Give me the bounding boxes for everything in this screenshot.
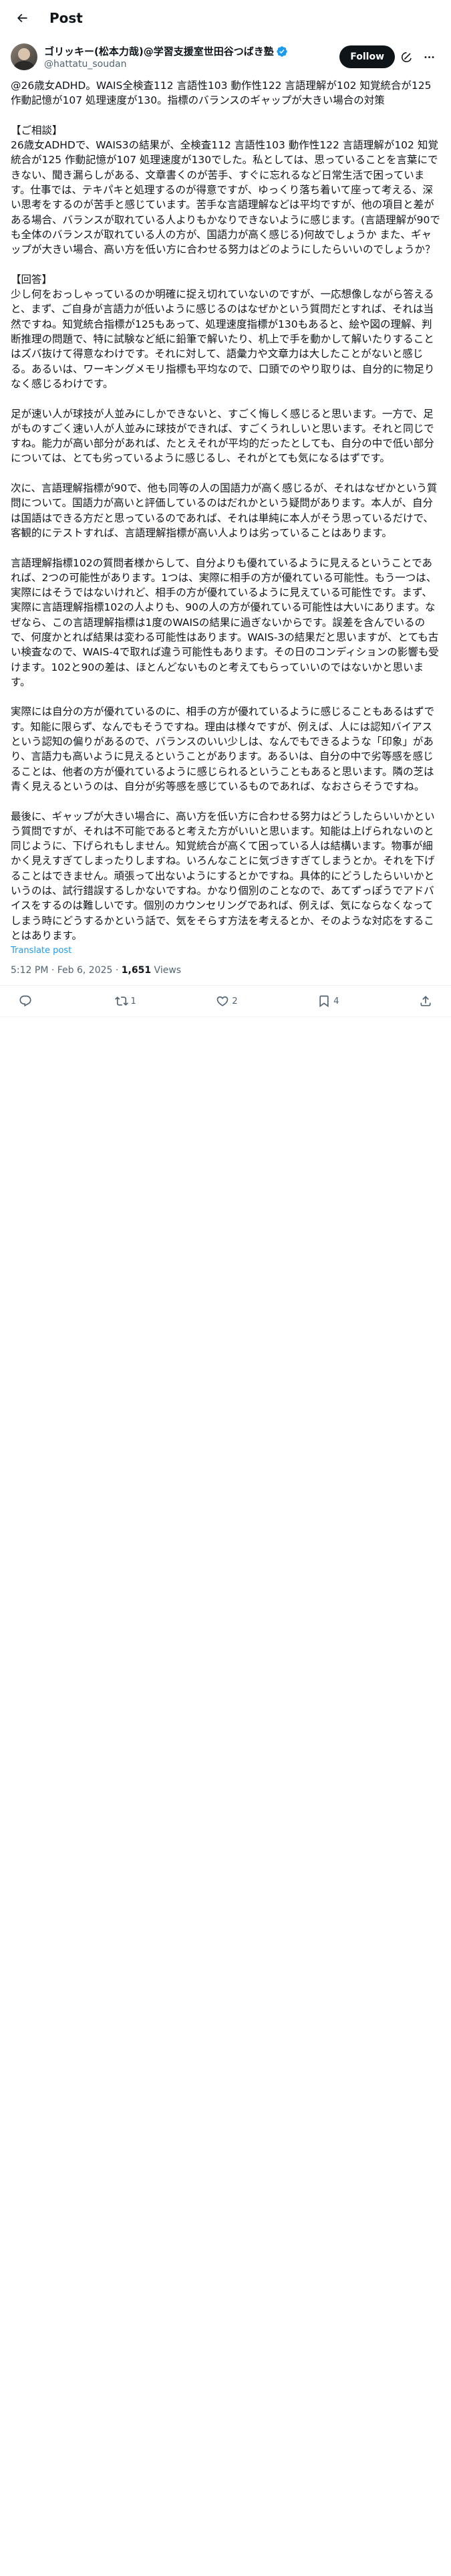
more-button[interactable] [418,45,440,68]
reply-button[interactable] [19,994,35,1008]
reply-icon [19,995,31,1007]
bookmark-button[interactable]: 4 [317,994,339,1008]
action-bar: 1 2 4 [0,986,451,1018]
share-icon [420,996,431,1006]
share-button[interactable] [419,994,432,1008]
like-button[interactable]: 2 [216,994,238,1008]
post-page: Post ゴリッキー(松本力哉)@学習支援室世田谷つばき塾 @hattatu_s… [0,0,451,2576]
verified-badge-icon [277,45,287,57]
bookmark-icon [319,995,329,1008]
bookmark-count: 4 [333,996,339,1006]
grok-icon [401,51,412,62]
views-count: 1,651 [121,965,152,976]
author-meta: ゴリッキー(松本力哉)@学習支援室世田谷つばき塾 @hattatu_soudan [44,44,334,70]
back-button[interactable] [11,7,33,29]
like-count: 2 [232,996,238,1006]
avatar[interactable] [11,43,37,70]
heart-icon [217,996,229,1006]
repost-count: 1 [130,996,136,1006]
author-handle[interactable]: @hattatu_soudan [44,59,334,70]
post-text: @26歳女ADHD。WAIS全検査112 言語性103 動作性122 言語理解が… [11,80,440,942]
author-row: ゴリッキー(松本力哉)@学習支援室世田谷つばき塾 @hattatu_soudan… [0,35,451,70]
more-icon [424,56,434,58]
translate-post-link[interactable]: Translate post [0,943,451,956]
repost-icon [114,996,128,1006]
arrow-left-icon [17,13,27,22]
author-name-line: ゴリッキー(松本力哉)@学習支援室世田谷つばき塾 [44,44,334,58]
follow-button[interactable]: Follow [339,45,395,68]
grok-button[interactable] [395,45,418,68]
page-title: Post [49,9,83,26]
views-label: Views [151,965,182,976]
post-metadata: 5:12 PM · Feb 6, 2025 · 1,651 Views [0,956,451,986]
author-name[interactable]: ゴリッキー(松本力哉)@学習支援室世田谷つばき塾 [44,44,274,58]
repost-button[interactable]: 1 [114,994,136,1008]
post-timestamp[interactable]: 5:12 PM · Feb 6, 2025 · [11,965,122,976]
top-bar: Post [0,0,451,35]
